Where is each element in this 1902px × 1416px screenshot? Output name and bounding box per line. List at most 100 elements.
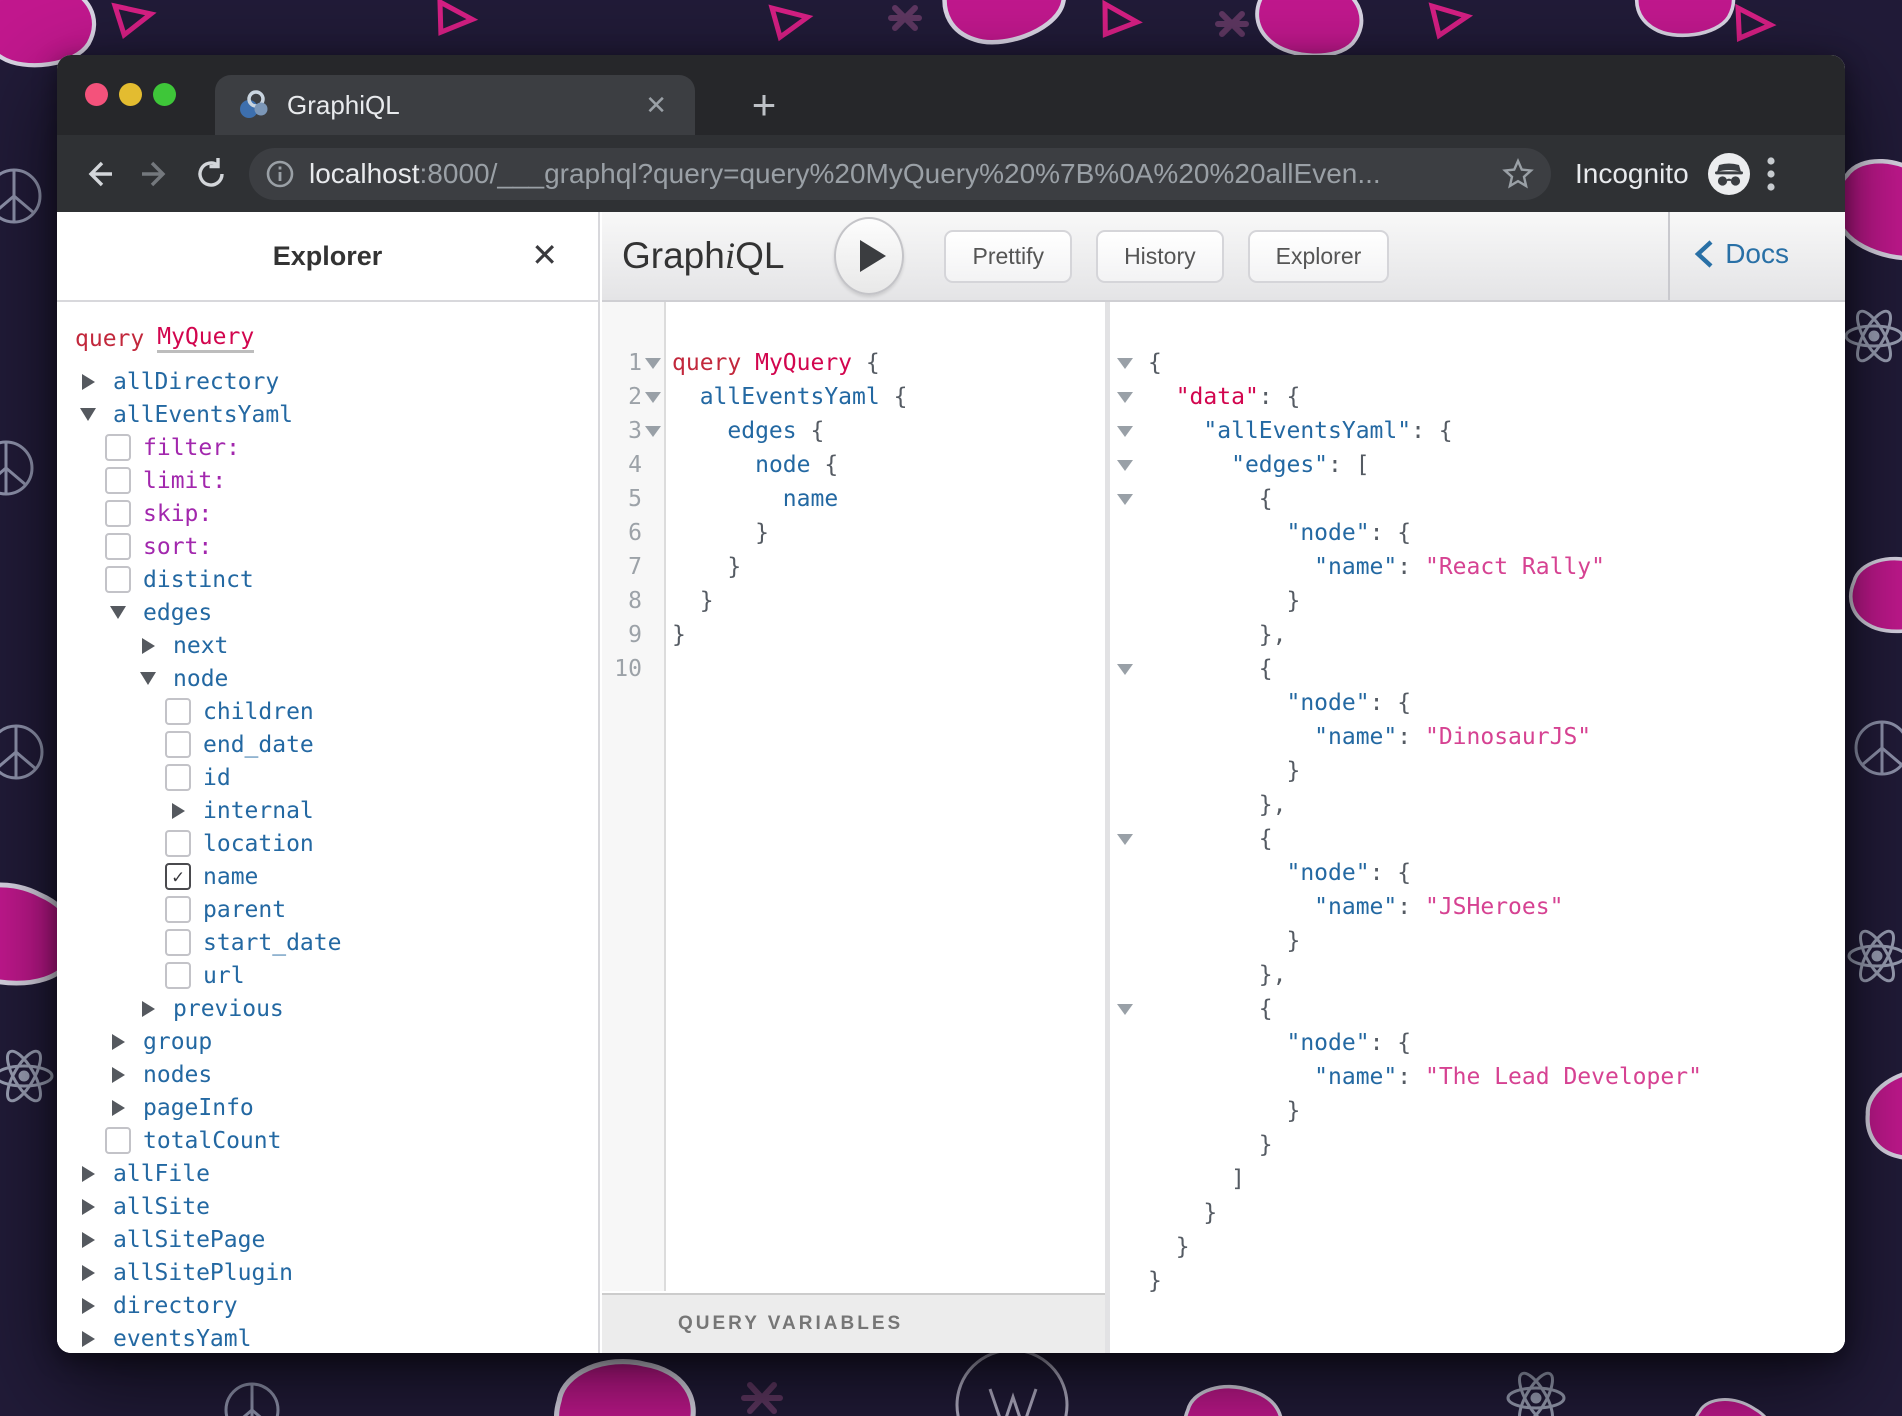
bookmark-star-icon[interactable] [1501, 157, 1535, 191]
tree-item-end_date[interactable]: end_date [57, 728, 598, 761]
url-text[interactable]: localhost:8000/___graphql?query=query%20… [309, 158, 1501, 190]
checked-checkbox[interactable]: ✓ [165, 863, 191, 890]
unchecked-checkbox[interactable] [105, 533, 131, 560]
query-editor-pane[interactable]: 1query MyQuery {2 allEventsYaml {3 edges… [602, 302, 1105, 1353]
tree-item-allDirectory[interactable]: allDirectory [57, 365, 598, 398]
history-button[interactable]: History [1096, 230, 1224, 283]
tree-item-group[interactable]: group [57, 1025, 598, 1058]
code-text: "name": "The Lead Developer" [1140, 1064, 1702, 1090]
tree-item-parent[interactable]: parent [57, 893, 598, 926]
tree-item-allSitePlugin[interactable]: allSitePlugin [57, 1256, 598, 1289]
unchecked-checkbox[interactable] [165, 731, 191, 758]
tree-item-internal[interactable]: internal [57, 794, 598, 827]
explorer-button[interactable]: Explorer [1248, 230, 1390, 283]
tree-item-filter[interactable]: filter: [57, 431, 598, 464]
tree-item-sort[interactable]: sort: [57, 530, 598, 563]
tree-item-skip[interactable]: skip: [57, 497, 598, 530]
tree-item-edges[interactable]: edges [57, 596, 598, 629]
expand-arrow-icon[interactable] [75, 1232, 101, 1248]
tree-item-location[interactable]: location [57, 827, 598, 860]
code-text: query MyQuery { [664, 350, 880, 376]
minimize-window-button[interactable] [119, 83, 142, 106]
new-tab-button[interactable]: + [729, 75, 799, 135]
code-text: } [1140, 1234, 1190, 1260]
unchecked-checkbox[interactable] [105, 566, 131, 593]
forward-button[interactable] [127, 146, 183, 202]
unchecked-checkbox[interactable] [165, 698, 191, 725]
unchecked-checkbox[interactable] [165, 929, 191, 956]
tree-item-next[interactable]: next [57, 629, 598, 662]
tree-item-allEventsYaml[interactable]: allEventsYaml [57, 398, 598, 431]
tree-item-eventsYaml[interactable]: eventsYaml [57, 1322, 598, 1353]
tree-item-id[interactable]: id [57, 761, 598, 794]
tree-item-start_date[interactable]: start_date [57, 926, 598, 959]
unchecked-checkbox[interactable] [105, 467, 131, 494]
tree-query-row[interactable]: query MyQuery [57, 322, 598, 355]
fold-arrow-icon[interactable] [1110, 460, 1140, 471]
expand-arrow-icon[interactable] [75, 1298, 101, 1314]
tree-item-distinct[interactable]: distinct [57, 563, 598, 596]
tree-item-totalCount[interactable]: totalCount [57, 1124, 598, 1157]
expand-arrow-icon[interactable] [75, 1166, 101, 1182]
expand-arrow-icon[interactable] [75, 1331, 101, 1347]
fold-arrow-icon[interactable] [1110, 358, 1140, 369]
expand-arrow-icon[interactable] [135, 1001, 161, 1017]
expand-arrow-icon[interactable] [75, 374, 101, 390]
fold-arrow-icon[interactable] [1110, 392, 1140, 403]
reload-button[interactable] [183, 146, 239, 202]
expand-arrow-icon[interactable] [75, 1265, 101, 1281]
explorer-close-icon[interactable]: ✕ [531, 236, 558, 274]
expand-arrow-icon[interactable] [105, 1034, 131, 1050]
tree-item-allFile[interactable]: allFile [57, 1157, 598, 1190]
execute-query-button[interactable] [834, 217, 904, 295]
query-variables-bar[interactable]: QUERY VARIABLES [602, 1293, 1105, 1353]
address-bar[interactable]: localhost:8000/___graphql?query=query%20… [249, 148, 1551, 200]
unchecked-checkbox[interactable] [105, 1127, 131, 1154]
unchecked-checkbox[interactable] [165, 830, 191, 857]
expand-arrow-icon[interactable] [105, 1067, 131, 1083]
back-button[interactable] [71, 146, 127, 202]
tree-item-node[interactable]: node [57, 662, 598, 695]
zoom-window-button[interactable] [153, 83, 176, 106]
expand-arrow-icon[interactable] [135, 638, 161, 654]
browser-tab[interactable]: GraphiQL ✕ [215, 75, 695, 135]
query-name[interactable]: MyQuery [157, 324, 254, 353]
fold-arrow-icon[interactable] [1110, 1004, 1140, 1015]
close-window-button[interactable] [85, 83, 108, 106]
fold-arrow-icon[interactable] [1110, 494, 1140, 505]
unchecked-checkbox[interactable] [165, 896, 191, 923]
results-pane[interactable]: { "data": { "allEventsYaml": { "edges": … [1110, 302, 1845, 1353]
tree-item-url[interactable]: url [57, 959, 598, 992]
fold-arrow-icon[interactable] [1110, 664, 1140, 675]
tree-item-children[interactable]: children [57, 695, 598, 728]
browser-menu-icon[interactable] [1765, 154, 1777, 194]
explorer-tree-panel[interactable]: query MyQuery allDirectoryallEventsYamlf… [57, 302, 600, 1353]
tree-item-limit[interactable]: limit: [57, 464, 598, 497]
prettify-button[interactable]: Prettify [944, 230, 1072, 283]
expand-arrow-icon[interactable] [165, 803, 191, 819]
tree-item-allSite[interactable]: allSite [57, 1190, 598, 1223]
docs-link[interactable]: Docs [1693, 238, 1789, 270]
tree-item-allSitePage[interactable]: allSitePage [57, 1223, 598, 1256]
tree-item-directory[interactable]: directory [57, 1289, 598, 1322]
unchecked-checkbox[interactable] [165, 962, 191, 989]
fold-arrow-icon[interactable] [1110, 426, 1140, 437]
fold-arrow-icon[interactable] [642, 426, 664, 437]
site-info-icon[interactable] [265, 159, 295, 189]
collapse-arrow-icon[interactable] [135, 672, 161, 685]
expand-arrow-icon[interactable] [75, 1199, 101, 1215]
fold-arrow-icon[interactable] [1110, 834, 1140, 845]
tree-item-nodes[interactable]: nodes [57, 1058, 598, 1091]
fold-arrow-icon[interactable] [642, 358, 664, 369]
unchecked-checkbox[interactable] [105, 434, 131, 461]
tree-item-previous[interactable]: previous [57, 992, 598, 1025]
unchecked-checkbox[interactable] [165, 764, 191, 791]
close-tab-icon[interactable]: ✕ [641, 88, 671, 122]
unchecked-checkbox[interactable] [105, 500, 131, 527]
expand-arrow-icon[interactable] [105, 1100, 131, 1116]
tree-item-name[interactable]: ✓name [57, 860, 598, 893]
tree-item-pageInfo[interactable]: pageInfo [57, 1091, 598, 1124]
fold-arrow-icon[interactable] [642, 392, 664, 403]
collapse-arrow-icon[interactable] [75, 408, 101, 421]
collapse-arrow-icon[interactable] [105, 606, 131, 619]
